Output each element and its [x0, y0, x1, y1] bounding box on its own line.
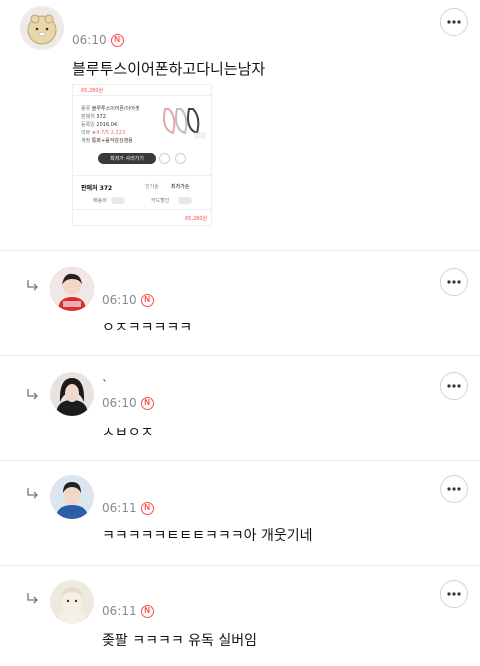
n-badge-icon: N [140, 293, 154, 307]
n-badge-icon: N [140, 396, 154, 410]
comment-item: 06:10 N 블루투스이어폰하고다니는남자 65,280원 종류 블루투스이어… [0, 0, 480, 250]
more-horizontal-icon [447, 280, 461, 284]
more-options-button[interactable] [440, 372, 468, 400]
n-badge-icon: N [140, 604, 154, 618]
comment-text: ㅇㅈㅋㅋㅋㅋㅋ [102, 320, 193, 336]
reply-item: 06:11 N 좆팔 ㅋㅋㅋㅋ 유독 실버임 [0, 566, 480, 666]
product-card[interactable]: 65,280원 종류 블루투스이어폰/이어셋 판매처 372 등록일 2016.… [72, 84, 212, 226]
product-price-top: 65,280원 [81, 88, 104, 94]
avatar[interactable] [50, 372, 94, 416]
comment-text: ㅋㅋㅋㅋㅋㅌㅌㅌㅋㅋㅋ아 개웃기네 [102, 528, 313, 544]
card-divider [73, 175, 211, 176]
more-options-button[interactable] [440, 475, 468, 503]
more-horizontal-icon [447, 592, 461, 596]
card-divider [73, 95, 211, 96]
comment-time: 06:11 N [102, 604, 154, 618]
more-options-button[interactable] [440, 268, 468, 296]
avatar[interactable] [20, 6, 64, 50]
avatar[interactable] [50, 475, 94, 519]
reply-arrow-icon [27, 593, 38, 604]
reply-item: 06:10 N ㅇㅈㅋㅋㅋㅋㅋ [0, 251, 480, 355]
earphone-product-image [163, 108, 206, 139]
sellers-label: 판매처 372 [81, 185, 113, 192]
product-spec-row: 리뷰 ★4.7/5 2,223 [81, 130, 125, 136]
filter-toggle[interactable]: 카드할인 [151, 197, 169, 204]
more-horizontal-icon [447, 20, 461, 24]
product-price-bottom: 65,280원 [185, 216, 208, 222]
comment-time: 06:10 N [102, 293, 154, 307]
more-options-button[interactable] [440, 8, 468, 36]
comment-text: 블루투스이어폰하고다니는남자 [72, 60, 266, 78]
comment-time: 06:11 N [102, 501, 154, 515]
reply-arrow-icon [27, 389, 38, 400]
toggle-switch[interactable] [111, 197, 125, 204]
more-options-button[interactable] [440, 580, 468, 608]
avatar[interactable] [50, 267, 94, 311]
reply-arrow-icon [27, 280, 38, 291]
filter-toggle[interactable]: 배송비 [93, 197, 107, 204]
product-spec-row: 계정 통화+음악감상겸용 [81, 138, 133, 144]
more-horizontal-icon [447, 384, 461, 388]
reply-item: ˋ 06:10 N ㅅㅂㅇㅈ [0, 356, 480, 460]
reply-arrow-icon [27, 488, 38, 499]
sort-option[interactable]: 인기순 [145, 183, 159, 190]
sort-option[interactable]: 최저가순 [171, 183, 189, 190]
toggle-switch[interactable] [178, 197, 192, 204]
share-icon[interactable] [175, 153, 186, 164]
more-horizontal-icon [447, 487, 461, 491]
product-spec-row: 등록일 2016.04. [81, 122, 119, 128]
product-spec-row: 종류 블루투스이어폰/이어셋 [81, 106, 140, 112]
n-badge-icon: N [140, 501, 154, 515]
lowest-price-button[interactable]: 최저가 사러가기 [98, 153, 156, 164]
product-spec-row: 판매처 372 [81, 114, 106, 120]
reply-item: 06:11 N ㅋㅋㅋㅋㅋㅌㅌㅌㅋㅋㅋ아 개웃기네 [0, 461, 480, 565]
comment-text: ㅅㅂㅇㅈ [102, 425, 154, 441]
card-divider [73, 209, 211, 210]
heart-icon[interactable] [159, 153, 170, 164]
n-badge-icon: N [110, 33, 124, 47]
comment-time: 06:10 N [102, 396, 154, 410]
comment-text: 좆팔 ㅋㅋㅋㅋ 유독 실버임 [102, 633, 258, 649]
avatar[interactable] [50, 580, 94, 624]
comment-nickname: ˋ [102, 378, 108, 392]
comment-time: 06:10 N [72, 33, 124, 47]
